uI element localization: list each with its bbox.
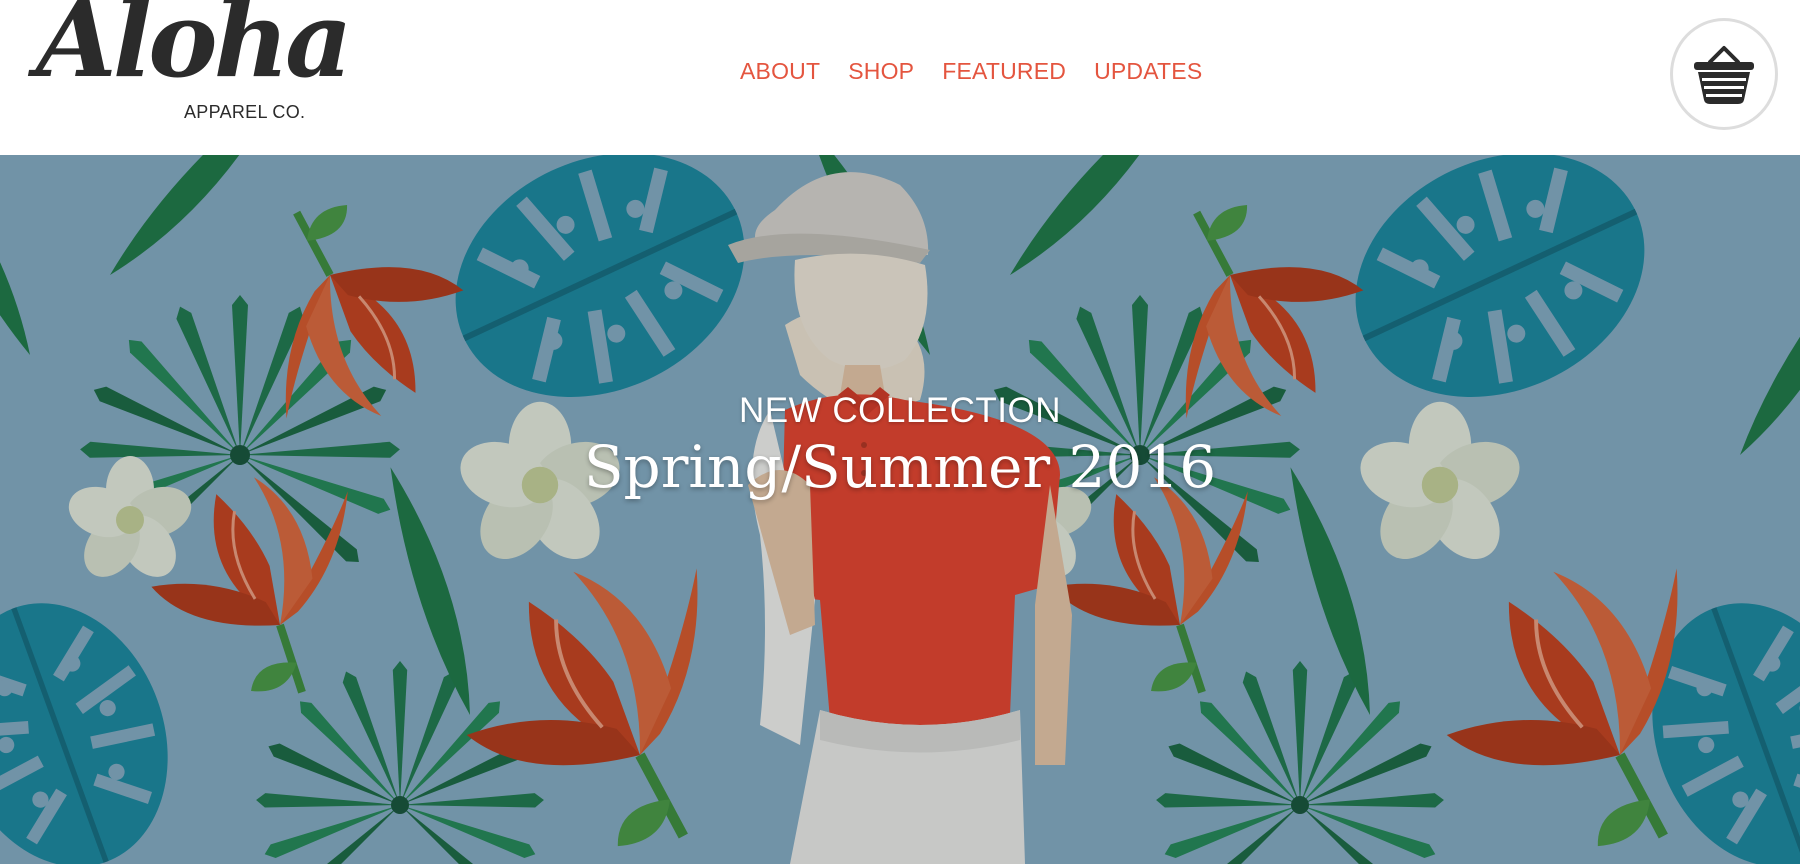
cart-button[interactable]	[1670, 18, 1778, 130]
nav-item-about[interactable]: ABOUT	[740, 58, 820, 85]
basket-icon	[1694, 46, 1754, 104]
hero-banner: NEW COLLECTION Spring/Summer 2016	[0, 155, 1800, 864]
hero-headline: Spring/Summer 2016	[583, 433, 1217, 501]
site-header: Aloha APPAREL CO. ABOUT SHOP FEATURED UP…	[0, 0, 1800, 155]
nav-item-featured[interactable]: FEATURED	[942, 58, 1066, 85]
nav-item-updates[interactable]: UPDATES	[1094, 58, 1202, 85]
hero-overlay	[0, 155, 1800, 864]
hero-eyebrow: NEW COLLECTION	[738, 391, 1062, 430]
brand-logo-subtitle: APPAREL CO.	[184, 102, 306, 122]
brand-logo[interactable]: Aloha APPAREL CO.	[36, 0, 353, 126]
main-nav: ABOUT SHOP FEATURED UPDATES	[740, 58, 1202, 85]
nav-item-shop[interactable]: SHOP	[848, 58, 914, 85]
hero-caption: NEW COLLECTION Spring/Summer 2016	[0, 393, 1800, 496]
brand-logo-script: Aloha	[36, 0, 353, 101]
